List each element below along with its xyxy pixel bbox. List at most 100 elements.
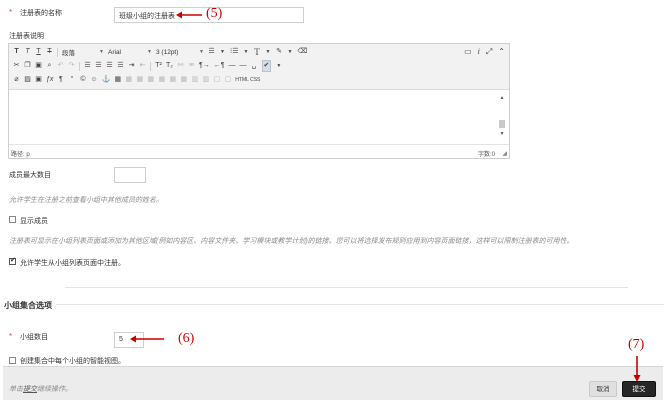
scroll-up-icon[interactable]: ▲ [498,94,506,102]
horizontal-line-icon[interactable]: — [240,61,247,71]
link-icon[interactable]: ⚯ [177,61,184,71]
fullscreen-icon[interactable]: ⤢ [486,47,492,57]
ltr-icon[interactable]: ¶→ [199,61,210,71]
font-select[interactable]: Arial ▼ [108,49,152,56]
anchor-icon[interactable]: ⚓ [102,75,111,85]
align-left-icon[interactable]: ☰ [84,61,91,71]
chevron-down-icon[interactable]: ▼ [287,47,294,57]
editor-scrollbar[interactable]: ▲ ▼ [498,94,506,140]
attach-icon[interactable]: ⌀ [13,75,20,85]
chevron-down-icon[interactable]: ▼ [275,61,282,71]
redo-icon[interactable]: ↷ [68,61,75,71]
table-insert-icon[interactable]: ▦ [169,75,176,85]
cell-props-icon[interactable]: ▥ [191,75,198,85]
unlink-icon[interactable]: ⚮ [188,61,195,71]
bullet-list-icon[interactable]: ☰ [208,47,215,57]
chevron-down-icon[interactable]: ▼ [265,47,272,57]
nonbreaking-space-icon[interactable]: ␣ [251,61,258,71]
footer-hint: 单击提交继续操作。 [9,384,72,394]
footer-hint-prefix: 单击 [9,386,23,393]
table-merge-icon[interactable]: ▦ [147,75,154,85]
table-icon[interactable]: ▦ [114,75,121,85]
max-members-input[interactable] [114,167,146,183]
show-members-label: 显示成员 [20,218,48,225]
image-icon[interactable]: ▨ [24,75,31,85]
show-members-checkbox[interactable] [9,216,16,223]
description-label: 注册表说明 [9,33,44,40]
footer-hint-suffix: 继续操作。 [37,386,72,393]
align-right-icon[interactable]: ☰ [106,61,113,71]
subscript-icon[interactable]: T₂ [166,61,173,71]
blockquote-icon[interactable]: “ [68,75,75,85]
group-count-value: 5 [119,336,123,343]
word-count: 字数:0 [477,152,495,158]
table-delete-icon[interactable]: ▦ [180,75,187,85]
max-members-label: 成员最大数目 [9,172,51,179]
annotation-label-6: (6) [178,331,195,346]
font-size-select[interactable]: 3 (12pt) ▼ [156,49,204,56]
rtl-icon[interactable]: ←¶ [214,61,225,71]
smart-view-checkbox[interactable] [9,357,16,364]
table-split-icon[interactable]: ▦ [158,75,165,85]
name-field-label: 注册表的名称 [20,10,62,17]
indent-icon[interactable]: ⇥ [128,61,135,71]
cut-icon[interactable]: ✂ [13,61,20,71]
registration-name-value: 班级小组的注册表 [119,13,175,20]
cancel-button[interactable]: 取消 [589,381,617,397]
paste-icon[interactable]: ▣ [35,61,42,71]
chevron-down-icon[interactable]: ▼ [243,47,250,57]
paragraph-select[interactable]: 段落 ▼ [62,47,104,57]
strikethrough-button[interactable]: T [46,47,53,57]
copy-icon[interactable]: ❐ [24,61,31,71]
annotation-arrow-5 [176,11,202,19]
annotation-arrow-6 [130,335,164,343]
italic-button[interactable]: T [24,47,31,57]
math-icon[interactable]: ƒx [46,75,53,85]
info-icon[interactable]: i [478,47,480,57]
font-format-icon[interactable]: T [254,47,261,57]
toolbar-divider [79,61,80,71]
required-marker: * [9,8,13,17]
table-row-icon[interactable]: ▦ [125,75,132,85]
find-icon[interactable]: ⌕ [46,61,53,71]
paragraph-mark-icon[interactable]: ¶ [57,75,64,85]
editor-toolbar: T T T T 段落 ▼ Arial ▼ 3 (12pt) ▼ ☰ ▼ ⁝☰ ▼ T ▼ ✎… [9,44,509,90]
section-divider [65,287,628,288]
rich-text-editor: T T T T 段落 ▼ Arial ▼ 3 (12pt) ▼ ☰ ▼ ⁝☰ ▼ T ▼ ✎… [8,43,510,159]
outdent-icon[interactable]: ⇤ [139,61,146,71]
pen-icon[interactable]: ✎ [276,47,283,57]
undo-icon[interactable]: ↶ [57,61,64,71]
smart-view-label: 创建集合中每个小组的智能视图。 [20,358,125,365]
scroll-down-icon[interactable]: ▼ [498,130,506,138]
row-props-icon[interactable]: ▥ [202,75,209,85]
submit-button[interactable]: 提交 [622,381,656,397]
special-char-icon[interactable]: © [79,75,86,85]
editor-text-area[interactable] [9,90,509,146]
eraser-icon[interactable]: ⌫ [298,47,308,57]
resize-grip-icon[interactable]: ◢ [502,150,507,157]
table-remove-icon[interactable]: ▢ [224,75,231,85]
horizontal-rule-icon[interactable]: — [229,61,236,71]
font-select-value: Arial [108,48,122,56]
html-css-button[interactable]: HTML CSS [235,75,260,85]
bold-button[interactable]: T [13,47,20,57]
collapse-icon[interactable]: ⌃ [498,47,505,57]
submit-footer: 单击提交继续操作。 取消 提交 [3,366,663,400]
chevron-down-icon: ▼ [99,49,104,55]
underline-button[interactable]: T [35,47,42,57]
spellcheck-icon[interactable]: ✔ [261,60,272,72]
chevron-down-icon[interactable]: ▼ [219,47,226,57]
preview-icon[interactable]: ▭ [464,47,472,57]
allow-from-list-checkbox[interactable] [9,256,16,265]
numbered-list-icon[interactable]: ⁝☰ [230,47,239,57]
superscript-icon[interactable]: T² [155,61,162,71]
table-col-icon[interactable]: ▦ [136,75,143,85]
emoticon-icon[interactable]: ☺ [90,75,97,85]
table-props-icon[interactable]: ▢ [213,75,220,85]
media-icon[interactable]: ▣ [35,75,42,85]
align-justify-icon[interactable]: ☰ [117,61,124,71]
footer-hint-link: 提交 [23,386,37,393]
align-center-icon[interactable]: ☰ [95,61,102,71]
scroll-thumb[interactable] [499,120,505,128]
register-hint: 注册表可显示在小组列表页面或添加为其他区域(例如内容区、内容文件夹、学习模块或教… [9,238,574,245]
